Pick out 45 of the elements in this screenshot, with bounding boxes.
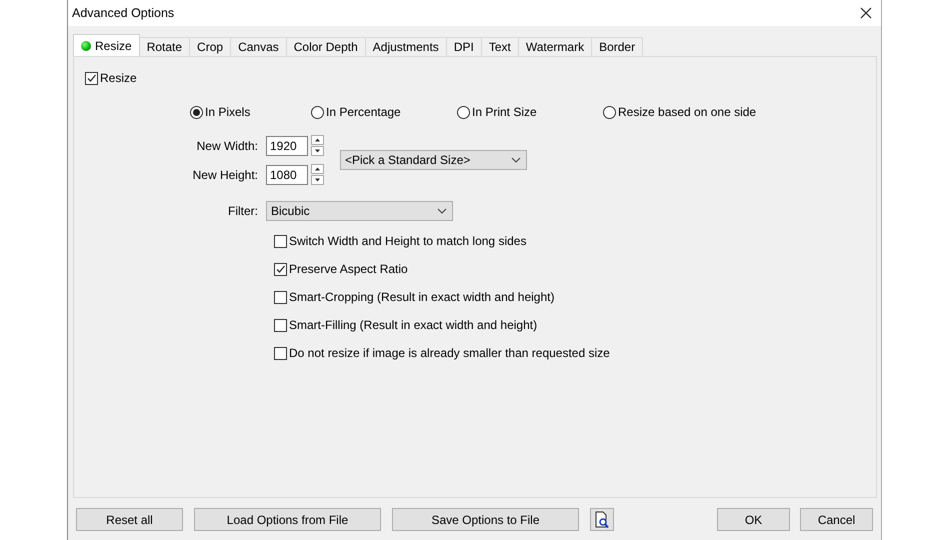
standard-size-dropdown[interactable]: <Pick a Standard Size> [340, 150, 527, 170]
tab[interactable]: Color Depth [286, 37, 366, 56]
cancel-button[interactable]: Cancel [800, 508, 873, 531]
chevron-icon [511, 157, 521, 163]
height-input[interactable]: 1080 [266, 164, 308, 184]
tab[interactable]: Border [591, 37, 644, 56]
save-options-button[interactable]: Save Options to File [392, 508, 579, 531]
radio-button[interactable] [457, 106, 470, 118]
checkbox-label: Smart-Filling (Result in exact width and height) [289, 318, 538, 332]
field-label: New Height: [192, 168, 258, 182]
radio-label: In Percentage [326, 105, 401, 119]
field-label: Filter: [228, 204, 258, 218]
resize-checkbox[interactable] [85, 72, 98, 84]
radio-button[interactable] [603, 106, 616, 118]
field-label: New Width: [196, 138, 258, 152]
tab[interactable]: Resize [73, 34, 140, 56]
checkbox-label: Preserve Aspect Ratio [289, 262, 408, 276]
spin-up-icon[interactable] [311, 135, 324, 145]
checkbox-label: Switch Width and Height to match long sides [289, 234, 526, 248]
window-title: Advanced Options [72, 6, 174, 20]
checkbox-label: Resize [100, 71, 137, 85]
spin-down-icon[interactable] [311, 146, 324, 156]
option-checkbox[interactable] [274, 318, 287, 332]
radio-label: In Print Size [472, 105, 537, 119]
option-checkbox[interactable] [274, 290, 287, 304]
radio-button[interactable] [190, 106, 203, 118]
width-input[interactable]: 1920 [266, 136, 308, 156]
spin-up-icon[interactable] [311, 164, 324, 174]
ok-button[interactable]: OK [717, 508, 790, 531]
option-checkbox[interactable] [274, 346, 287, 360]
chevron-icon [437, 208, 447, 214]
tab[interactable]: Crop [189, 37, 232, 56]
tab[interactable]: Adjustments [364, 37, 447, 56]
option-checkbox[interactable] [274, 262, 287, 276]
reset-button[interactable]: Reset all [76, 508, 183, 531]
option-checkbox[interactable] [274, 234, 287, 248]
load-options-button[interactable]: Load Options from File [194, 508, 381, 531]
radio-label: Resize based on one side [618, 105, 756, 119]
spin-down-icon[interactable] [311, 175, 324, 185]
radio-label: In Pixels [205, 105, 250, 119]
filter-dropdown[interactable]: Bicubic [266, 201, 453, 221]
radio-button[interactable] [311, 106, 324, 118]
preview-icon[interactable] [590, 508, 614, 531]
checkbox-label: Smart-Cropping (Result in exact width and height) [289, 290, 554, 304]
checkbox-label: Do not resize if image is already smaller than requested size [289, 346, 610, 360]
